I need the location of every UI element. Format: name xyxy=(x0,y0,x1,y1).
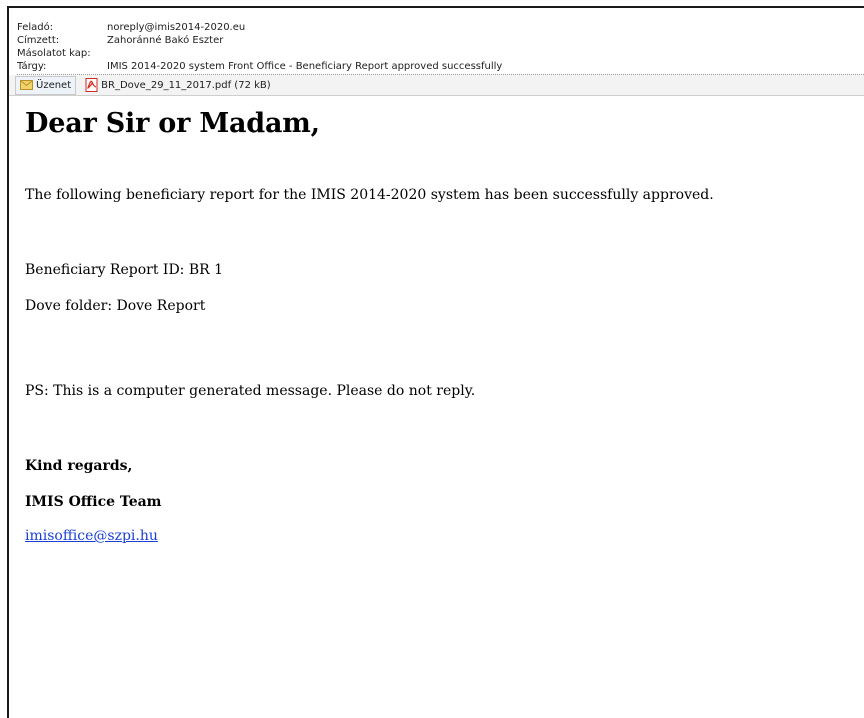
to-value[interactable]: Zahoránné Bakó Eszter xyxy=(107,34,223,47)
from-label: Feladó: xyxy=(17,22,54,33)
dove-folder-text: Dove folder: Dove Report xyxy=(25,298,206,314)
cc-row: Másolatot kap: xyxy=(17,47,864,60)
message-tabs: Üzenet BR_Dove_29_11_2017.pdf (72 kB) xyxy=(9,75,864,96)
subject-label: Tárgy: xyxy=(17,61,47,72)
email-link-line: imisoffice@szpi.hu xyxy=(25,527,864,545)
tab-message[interactable]: Üzenet xyxy=(15,75,77,95)
team-signature: IMIS Office Team xyxy=(25,494,162,510)
intro-text: The following beneficiary report for the… xyxy=(25,187,714,203)
tab-attachment-label: BR_Dove_29_11_2017.pdf (72 kB) xyxy=(101,79,271,91)
pdf-file-icon xyxy=(85,78,98,92)
subject-value: IMIS 2014-2020 system Front Office - Ben… xyxy=(107,61,503,72)
message-window: Feladó: noreply@imis2014-2020.eu Címzett… xyxy=(7,6,864,718)
office-email-link[interactable]: imisoffice@szpi.hu xyxy=(25,528,158,544)
tab-message-label: Üzenet xyxy=(36,79,72,91)
subject-row: Tárgy: IMIS 2014-2020 system Front Offic… xyxy=(17,60,864,75)
from-row: Feladó: noreply@imis2014-2020.eu xyxy=(17,21,864,34)
to-row: Címzett: Zahoránné Bakó Eszter xyxy=(17,34,864,47)
envelope-icon xyxy=(20,80,33,90)
window-top-strip xyxy=(9,8,864,21)
ps-text: PS: This is a computer generated message… xyxy=(25,383,476,399)
from-value[interactable]: noreply@imis2014-2020.eu xyxy=(107,21,245,34)
report-id-text: Beneficiary Report ID: BR 1 xyxy=(25,262,224,278)
to-label: Címzett: xyxy=(17,35,60,46)
message-header: Feladó: noreply@imis2014-2020.eu Címzett… xyxy=(9,21,864,75)
kind-regards-text: Kind regards, xyxy=(25,458,133,474)
email-body: Dear Sir or Madam, The following benefic… xyxy=(9,96,864,545)
tab-attachment[interactable]: BR_Dove_29_11_2017.pdf (72 kB) xyxy=(80,76,276,95)
greeting-heading: Dear Sir or Madam, xyxy=(25,108,320,139)
cc-label: Másolatot kap: xyxy=(17,48,91,59)
